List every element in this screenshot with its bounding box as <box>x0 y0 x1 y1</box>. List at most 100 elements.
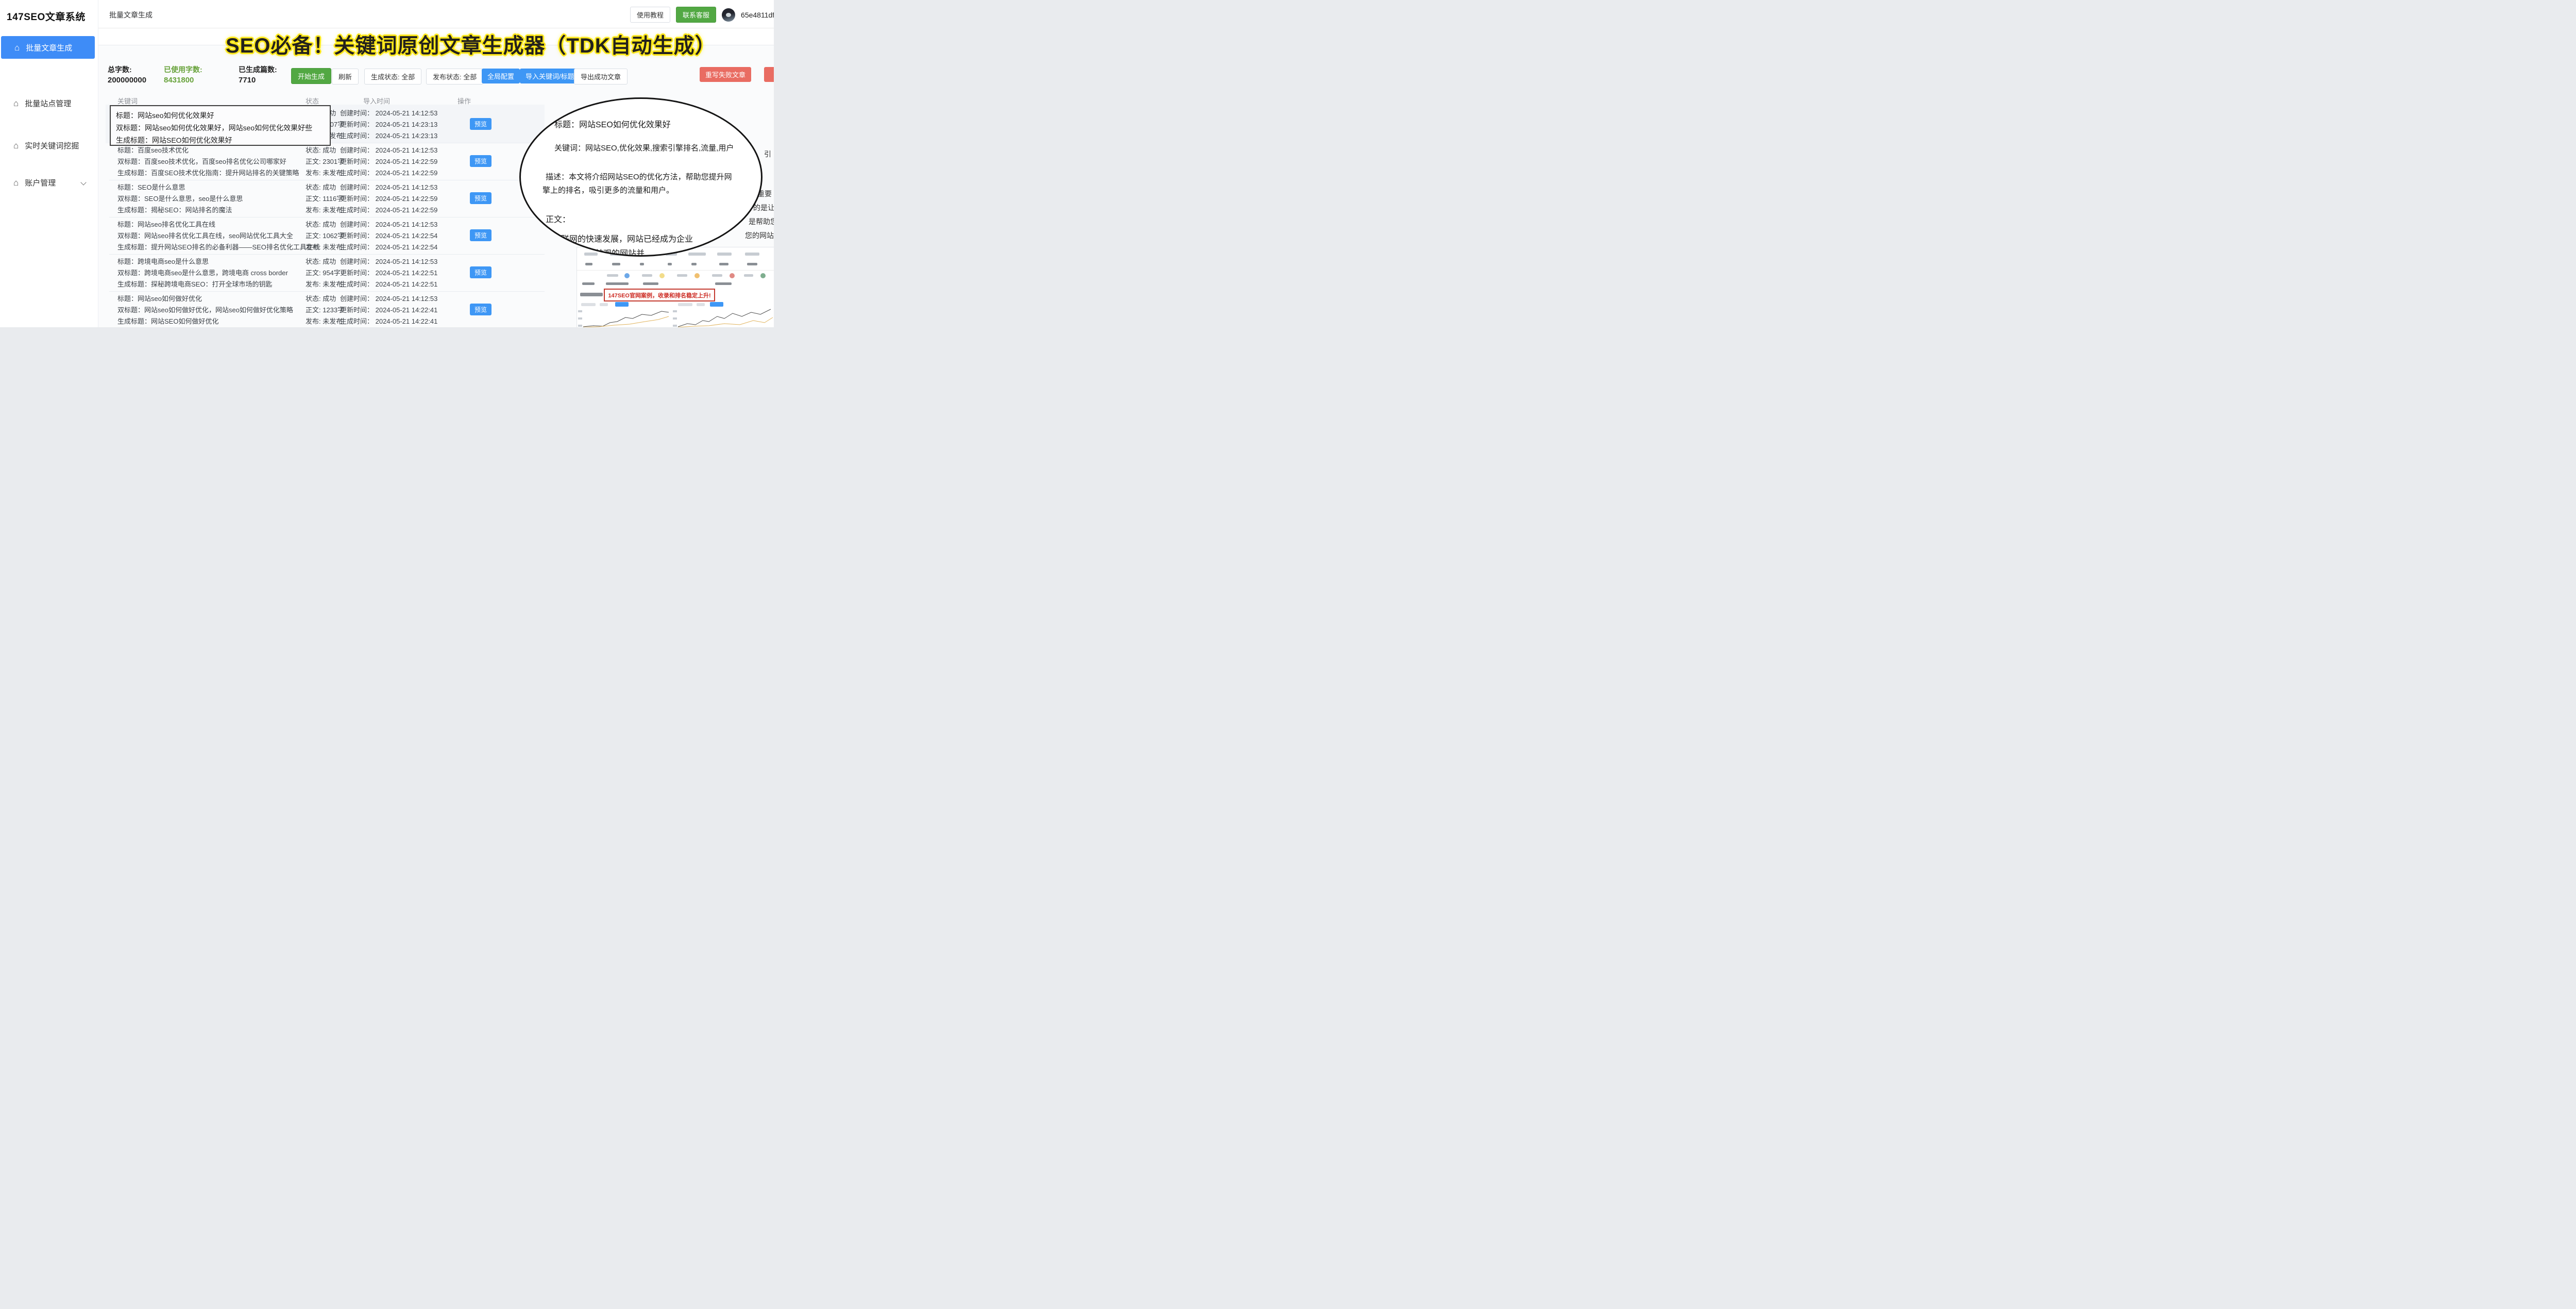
row-generated-time: 生成时间： 2024-05-21 14:22:59 <box>340 206 437 214</box>
used-words-label: 已使用字数: <box>164 64 202 75</box>
row-publish-state: 发布: 未发布 <box>306 280 343 289</box>
publish-status-filter[interactable]: 发布状态: 全部 <box>426 69 483 85</box>
row-publish-state: 发布: 未发布 <box>306 169 343 177</box>
global-config-button[interactable]: 全局配置 <box>482 69 520 83</box>
generated-count-label: 已生成篇数: <box>239 64 277 75</box>
clear-button[interactable]: 清空 <box>764 67 774 82</box>
sidebar-item-label: 账户管理 <box>25 177 56 188</box>
preview-button[interactable]: 预览 <box>470 304 492 315</box>
row-created-time: 创建时间： 2024-05-21 14:12:53 <box>340 258 437 266</box>
sidebar-item-batch-article[interactable]: ⌂ 批量文章生成 <box>1 36 95 59</box>
row-updated-time: 更新时间： 2024-05-21 14:22:59 <box>340 195 437 203</box>
row-generated-title: 生成标题：提升网站SEO排名的必备利器——SEO排名优化工具在线 <box>117 243 320 251</box>
table-row[interactable]: 标题：跨境电商seo是什么意思 双标题：跨境电商seo是什么意思，跨境电商 cr… <box>106 254 544 291</box>
preview-text-fragment: 您的网站。 <box>745 230 774 241</box>
rewrite-failed-button[interactable]: 重写失败文章 <box>700 67 751 82</box>
home-icon: ⌂ <box>13 178 19 187</box>
row-created-time: 创建时间： 2024-05-21 14:12:53 <box>340 295 437 303</box>
magnifier-keywords: 关键词：网站SEO,优化效果,搜索引擎排名,流量,用户 <box>554 142 734 153</box>
home-icon: ⌂ <box>13 141 19 150</box>
breadcrumb: 批量文章生成 <box>109 10 152 20</box>
row-title: 标题：跨境电商seo是什么意思 <box>117 258 209 266</box>
preview-button[interactable]: 预览 <box>470 266 492 278</box>
row-status: 状态: 成功 <box>306 258 336 266</box>
row-updated-time: 更新时间： 2024-05-21 14:22:54 <box>340 232 437 240</box>
case-banner-text: 147SEO官网案例，收录和排名稳定上升! <box>608 291 710 299</box>
sidebar-item-account[interactable]: ⌂ 账户管理 <box>0 171 98 194</box>
export-success-button[interactable]: 导出成功文章 <box>574 69 628 85</box>
refresh-button[interactable]: 刷新 <box>332 69 359 85</box>
row-status: 状态: 成功 <box>306 295 336 303</box>
row-generated-time: 生成时间： 2024-05-21 14:22:59 <box>340 169 437 177</box>
chevron-down-icon <box>80 179 86 185</box>
col-header-action: 操作 <box>457 96 471 106</box>
col-header-keyword: 关键词 <box>117 96 138 106</box>
table-row[interactable]: 标题：网站seo排名优化工具在线 双标题：网站seo排名优化工具在线，seo网站… <box>106 217 544 254</box>
magnifier-ellipse: 标题：网站SEO如何优化效果好 关键词：网站SEO,优化效果,搜索引擎排名,流量… <box>519 97 762 257</box>
row-generated-title: 生成标题：揭秘SEO：网站排名的魔法 <box>117 206 232 214</box>
row-generated-title: 生成标题：百度SEO技术优化指南：提升网站排名的关键策略 <box>117 169 299 177</box>
row-title: 标题：网站seo如何做好优化 <box>117 295 202 303</box>
preview-button[interactable]: 预览 <box>470 229 492 241</box>
row-created-time: 创建时间： 2024-05-21 14:12:53 <box>340 146 437 155</box>
preview-text-fragment: 是帮助您 <box>749 216 774 227</box>
tutorial-button[interactable]: 使用教程 <box>630 7 670 23</box>
row-created-time: 创建时间： 2024-05-21 14:12:53 <box>340 221 437 229</box>
row-title: 标题：SEO是什么意思 <box>117 183 185 192</box>
sidebar-item-keyword-mining[interactable]: ⌂ 实时关键词挖掘 <box>0 134 98 157</box>
sidebar-item-label: 实时关键词挖掘 <box>25 140 79 151</box>
row-dual-title: 双标题：跨境电商seo是什么意思，跨境电商 cross border <box>117 269 288 277</box>
used-words-value: 8431800 <box>164 76 194 85</box>
avatar[interactable] <box>722 8 735 22</box>
sidebar-item-batch-site[interactable]: ⌂ 批量站点管理 <box>0 92 98 114</box>
start-generate-button[interactable]: 开始生成 <box>291 68 331 84</box>
contact-support-button[interactable]: 联系客服 <box>676 7 716 23</box>
promo-headline: SEO必备！关键词原创文章生成器（TDK自动生成） <box>226 29 716 59</box>
import-keywords-button[interactable]: 导入关键词/标题 <box>520 69 580 83</box>
table-row[interactable]: 标题：百度seo技术优化 双标题：百度seo技术优化，百度seo排名优化公司哪家… <box>106 143 544 180</box>
magnifier-title: 标题：网站SEO如何优化效果好 <box>554 118 671 130</box>
row-created-time: 创建时间： 2024-05-21 14:12:53 <box>340 183 437 192</box>
generate-status-filter[interactable]: 生成状态: 全部 <box>364 69 421 85</box>
table-row[interactable]: 标题：SEO是什么意思 双标题：SEO是什么意思，seo是什么意思 生成标题：揭… <box>106 180 544 217</box>
tooltip-generated-title: 生成标题：网站SEO如何优化效果好 <box>116 134 325 146</box>
app-title: 147SEO文章系统 <box>7 9 86 23</box>
row-updated-time: 更新时间： 2024-05-21 14:23:13 <box>340 121 437 129</box>
col-header-status: 状态 <box>306 96 319 106</box>
header-actions: 使用教程 联系客服 65e4811dfb644fe <box>630 7 774 23</box>
preview-button[interactable]: 预览 <box>470 155 492 167</box>
row-wordcount: 正文: 2301字 <box>306 158 344 166</box>
row-title: 标题：网站seo排名优化工具在线 <box>117 221 215 229</box>
row-wordcount: 正文: 1116字 <box>306 195 343 203</box>
tooltip-title: 标题：网站seo如何优化效果好 <box>116 109 325 122</box>
mini-stat-icon <box>624 273 630 278</box>
mini-trend-chart-right <box>673 308 774 327</box>
mini-trend-chart-left <box>578 308 671 327</box>
keyword-tooltip-box: 标题：网站seo如何优化效果好 双标题：网站seo如何优化效果好，网站seo如何… <box>110 105 331 146</box>
row-generated-time: 生成时间： 2024-05-21 14:22:41 <box>340 317 437 326</box>
user-id-label: 65e4811dfb644fe <box>741 11 774 19</box>
sidebar-item-label: 批量站点管理 <box>25 98 71 109</box>
table-row[interactable]: 标题：网站seo如何做好优化 双标题：网站seo如何做好优化，网站seo如何做好… <box>106 291 544 327</box>
mini-stat-icon <box>760 273 766 278</box>
row-dual-title: 双标题：百度seo技术优化，百度seo排名优化公司哪家好 <box>117 158 286 166</box>
sidebar-item-label: 批量文章生成 <box>26 42 72 53</box>
case-study-screenshot: 147SEO官网案例，收录和排名稳定上升! <box>577 247 774 327</box>
tooltip-dual-title: 双标题：网站seo如何优化效果好，网站seo如何优化效果好些 <box>116 122 325 134</box>
row-generated-title: 生成标题：网站SEO如何做好优化 <box>117 317 218 326</box>
preview-button[interactable]: 预览 <box>470 118 492 130</box>
preview-text-fragment: 的是让 <box>753 203 774 213</box>
magnifier-description-line2: 擎上的排名，吸引更多的流量和用户。 <box>543 184 674 195</box>
row-generated-title: 生成标题：探秘跨境电商SEO：打开全球市场的钥匙 <box>117 280 272 289</box>
mini-query-button <box>710 302 723 307</box>
magnifier-description-line1: 描述：本文将介绍网站SEO的优化方法，帮助您提升网 <box>546 171 732 182</box>
preview-button[interactable]: 预览 <box>470 192 492 204</box>
mini-stat-icon <box>730 273 735 278</box>
row-status: 状态: 成功 <box>306 183 336 192</box>
col-header-import-time: 导入时间 <box>363 96 390 106</box>
row-generated-time: 生成时间： 2024-05-21 14:22:54 <box>340 243 437 251</box>
home-icon: ⌂ <box>14 43 20 52</box>
preview-text-fragment: 引 <box>764 149 771 159</box>
mini-stat-icon <box>694 273 700 278</box>
total-words-value: 200000000 <box>108 76 146 85</box>
